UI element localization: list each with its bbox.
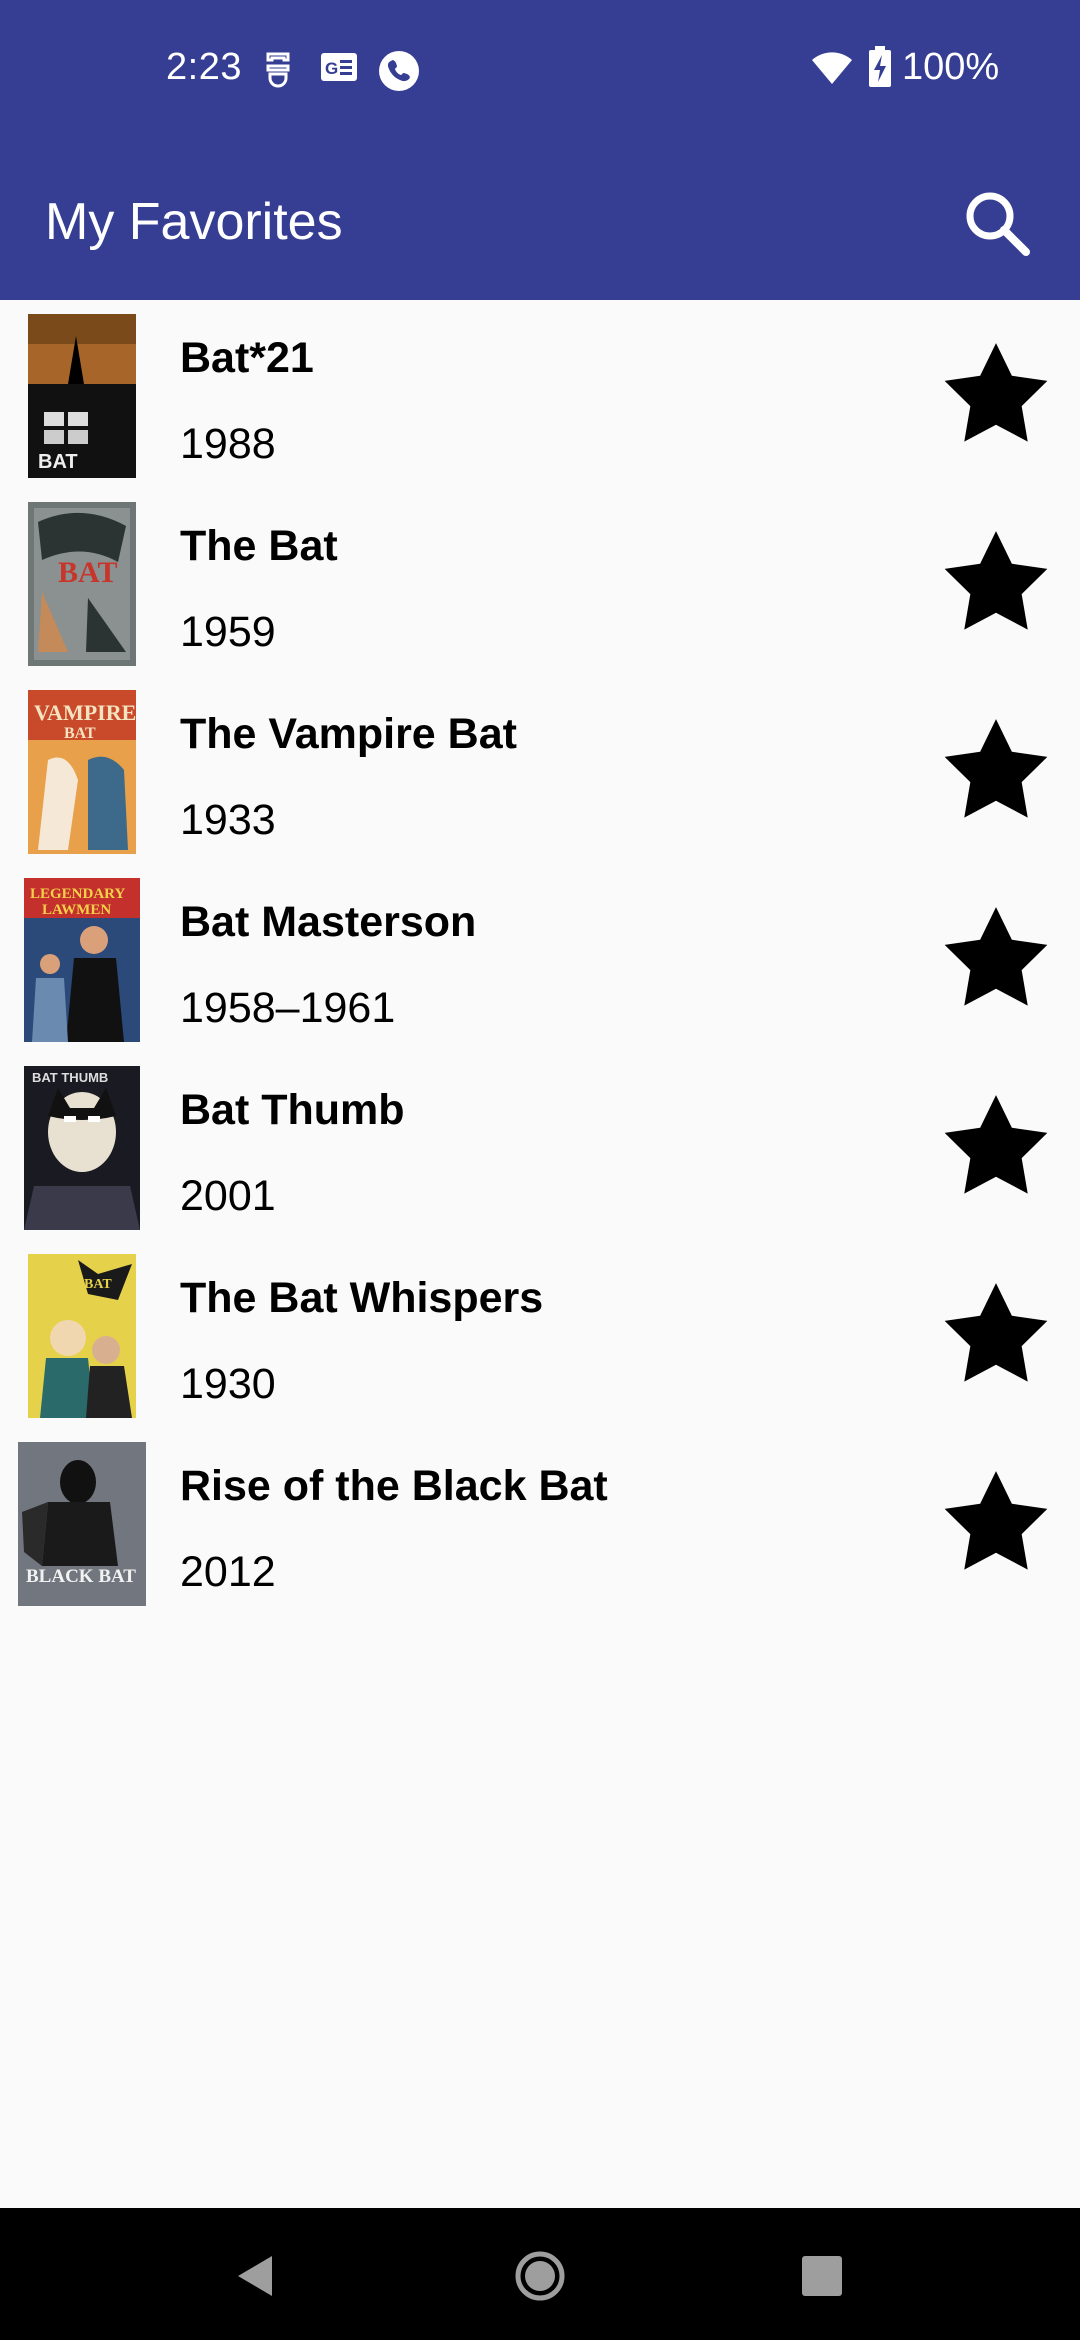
status-bar: 2:23 G 100% [0,0,1080,140]
star-icon [944,343,1048,442]
star-icon [944,1471,1048,1570]
movie-title: Bat Masterson [180,898,477,946]
list-item[interactable]: BLACK BAT Rise of the Black Bat 2012 [0,1428,1080,1616]
svg-text:LAWMEN: LAWMEN [42,902,111,918]
svg-text:LEGENDARY: LEGENDARY [30,886,125,902]
svg-text:BAT: BAT [58,556,117,589]
list-item[interactable]: BAT The Bat Whispers 1930 [0,1240,1080,1428]
movie-title: The Bat Whispers [180,1274,544,1322]
star-icon [944,719,1048,818]
recents-button[interactable] [792,2246,852,2306]
list-item[interactable]: LEGENDARY LAWMEN Bat Masterson 1958–1961 [0,864,1080,1052]
data-saver-icon [262,48,294,93]
svg-text:BAT: BAT [84,1277,112,1292]
star-icon [944,1095,1048,1194]
favorite-toggle-button[interactable] [940,1280,1052,1388]
recents-icon [802,2256,842,2296]
movie-poster: LEGENDARY LAWMEN [24,878,140,1042]
phone-call-icon [378,50,420,97]
favorite-toggle-button[interactable] [940,1468,1052,1576]
favorite-toggle-button[interactable] [940,716,1052,824]
movie-year: 2012 [180,1548,276,1596]
favorite-toggle-button[interactable] [940,904,1052,1012]
movie-title: Bat*21 [180,334,314,382]
system-nav-bar [0,2208,1080,2340]
back-button[interactable] [228,2246,288,2306]
movie-poster: BAT [28,314,136,478]
svg-text:BAT THUMB: BAT THUMB [32,1070,108,1085]
news-icon: G [320,52,358,87]
list-item[interactable]: BAT The Bat 1959 [0,488,1080,676]
search-button[interactable] [960,186,1036,262]
page-title: My Favorites [45,193,343,251]
svg-text:G: G [325,59,338,78]
movie-year: 1933 [180,796,276,844]
movie-title: The Bat [180,522,338,570]
wifi-icon [810,50,854,91]
movie-poster: BAT [28,1254,136,1418]
movie-year: 1930 [180,1360,276,1408]
favorite-toggle-button[interactable] [940,1092,1052,1200]
star-icon [944,1283,1048,1382]
movie-year: 1958–1961 [180,984,396,1032]
movie-title: The Vampire Bat [180,710,517,758]
battery-percent: 100% [902,46,1000,88]
svg-text:BLACK BAT: BLACK BAT [26,1566,136,1587]
status-time: 2:23 [166,46,242,88]
back-icon [238,2256,272,2296]
movie-title: Bat Thumb [180,1086,405,1134]
list-item[interactable]: BAT Bat*21 1988 [0,300,1080,488]
star-icon [944,531,1048,630]
svg-text:BAT: BAT [38,451,78,473]
favorite-toggle-button[interactable] [940,528,1052,636]
movie-year: 2001 [180,1172,276,1220]
movie-poster: BAT THUMB [24,1066,140,1230]
app-bar: My Favorites [0,140,1080,300]
movie-title: Rise of the Black Bat [180,1462,608,1510]
svg-text:BAT: BAT [64,725,96,742]
movie-poster: BLACK BAT [18,1442,146,1606]
star-icon [944,907,1048,1006]
search-icon [966,192,1030,256]
movie-poster: VAMPIRE BAT [28,690,136,854]
favorite-toggle-button[interactable] [940,340,1052,448]
movie-year: 1988 [180,420,276,468]
screen: 2:23 G 100% My Favorites BAT Bat*21 1988… [0,0,1080,2340]
list-item[interactable]: BAT THUMB Bat Thumb 2001 [0,1052,1080,1240]
battery-charging-icon [868,46,892,93]
list-item[interactable]: VAMPIRE BAT The Vampire Bat 1933 [0,676,1080,864]
movie-year: 1959 [180,608,276,656]
home-button[interactable] [510,2246,570,2306]
svg-text:VAMPIRE: VAMPIRE [34,700,136,725]
favorites-list: BAT Bat*21 1988 BAT The Bat 1959 VAMPIRE… [0,300,1080,1616]
movie-poster: BAT [28,502,136,666]
home-icon [515,2251,565,2301]
